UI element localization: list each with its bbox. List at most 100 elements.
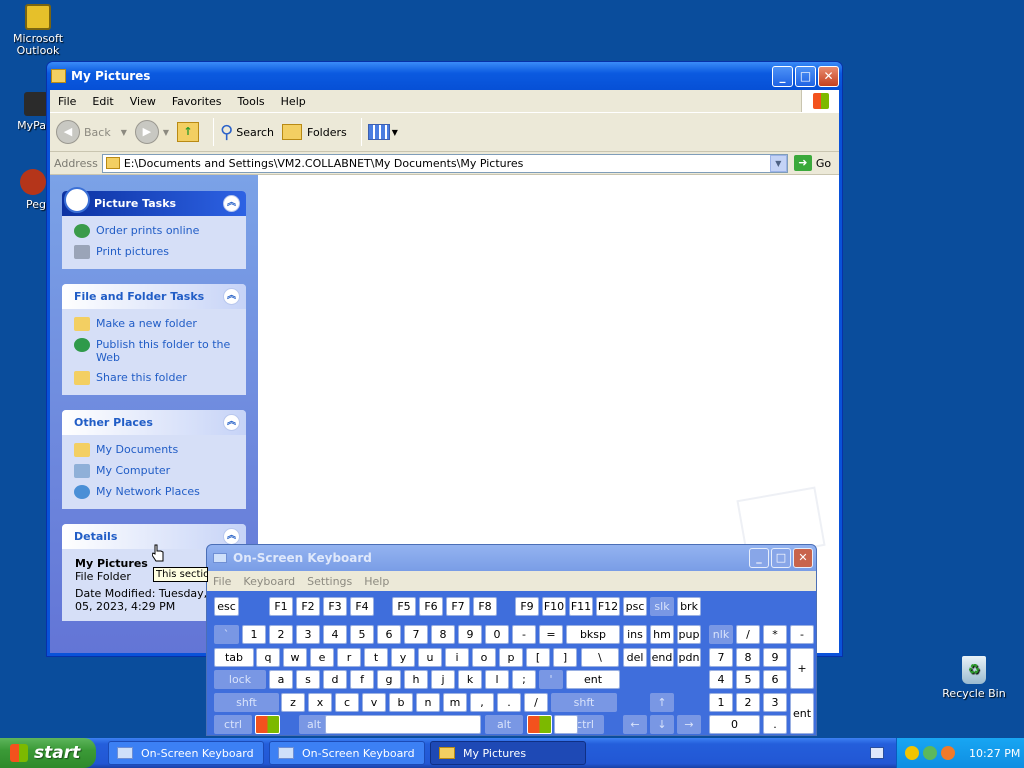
- network-tray-icon[interactable]: [923, 746, 937, 760]
- key-j[interactable]: j: [431, 670, 455, 689]
- task-print-pictures[interactable]: Print pictures: [74, 245, 234, 259]
- key-e[interactable]: e: [310, 648, 334, 667]
- key-3[interactable]: 3: [763, 693, 787, 712]
- key-pdn[interactable]: pdn: [677, 648, 701, 667]
- key-6[interactable]: 6: [377, 625, 401, 644]
- key-F11[interactable]: F11: [569, 597, 593, 616]
- key-r[interactable]: r: [337, 648, 361, 667]
- key-/[interactable]: /: [736, 625, 760, 644]
- osk-menu-help[interactable]: Help: [358, 575, 395, 588]
- menu-view[interactable]: View: [122, 95, 164, 108]
- key-,[interactable]: ,: [470, 693, 494, 712]
- windows-key-icon[interactable]: [527, 715, 552, 734]
- start-button[interactable]: start: [0, 738, 96, 768]
- key-del[interactable]: del: [623, 648, 647, 667]
- key-5[interactable]: 5: [736, 670, 760, 689]
- search-button[interactable]: ⚲ Search: [220, 122, 274, 143]
- go-button[interactable]: ➜ Go: [793, 155, 831, 171]
- key-d[interactable]: d: [323, 670, 347, 689]
- key-9[interactable]: 9: [763, 648, 787, 667]
- osk-menu-keyboard[interactable]: Keyboard: [237, 575, 301, 588]
- key-2[interactable]: 2: [269, 625, 293, 644]
- key-F1[interactable]: F1: [269, 597, 293, 616]
- task-new-folder[interactable]: Make a new folder: [74, 317, 234, 331]
- key-;[interactable]: ;: [512, 670, 536, 689]
- collapse-icon[interactable]: ︽: [223, 288, 240, 305]
- menu-key-icon[interactable]: [554, 715, 578, 734]
- place-my-computer[interactable]: My Computer: [74, 464, 234, 478]
- key-ent[interactable]: ent: [790, 693, 814, 734]
- key-0[interactable]: 0: [709, 715, 760, 734]
- spacebar-key[interactable]: [325, 715, 481, 734]
- collapse-icon[interactable]: ︽: [223, 528, 240, 545]
- menu-help[interactable]: Help: [273, 95, 314, 108]
- key-s[interactable]: s: [296, 670, 320, 689]
- key-8[interactable]: 8: [431, 625, 455, 644]
- window-titlebar[interactable]: My Pictures _ □ ✕: [47, 62, 842, 90]
- security-shield-icon[interactable]: [905, 746, 919, 760]
- key-2[interactable]: 2: [736, 693, 760, 712]
- back-button[interactable]: ◀ Back ▼: [56, 120, 127, 144]
- panel-header[interactable]: File and Folder Tasks ︽: [62, 284, 246, 309]
- views-button[interactable]: ▼: [367, 124, 398, 140]
- up-folder-button[interactable]: ↑: [177, 122, 200, 142]
- key-h[interactable]: h: [404, 670, 428, 689]
- key-tab[interactable]: tab: [214, 648, 254, 667]
- key-n[interactable]: n: [416, 693, 440, 712]
- key-/[interactable]: /: [524, 693, 548, 712]
- key-t[interactable]: t: [364, 648, 388, 667]
- key-F5[interactable]: F5: [392, 597, 416, 616]
- key-'[interactable]: ': [539, 670, 563, 689]
- panel-header[interactable]: Picture Tasks ︽: [62, 187, 246, 216]
- key-g[interactable]: g: [377, 670, 401, 689]
- key-o[interactable]: o: [472, 648, 496, 667]
- key-c[interactable]: c: [335, 693, 359, 712]
- key-ctrl[interactable]: ctrl: [214, 715, 252, 734]
- key-slk[interactable]: slk: [650, 597, 674, 616]
- key-0[interactable]: 0: [485, 625, 509, 644]
- taskbar-button-osk-2[interactable]: On-Screen Keyboard: [269, 741, 425, 765]
- task-share-folder[interactable]: Share this folder: [74, 371, 234, 385]
- menu-file[interactable]: File: [50, 95, 84, 108]
- key-nlk[interactable]: nlk: [709, 625, 733, 644]
- key-←[interactable]: ←: [623, 715, 647, 734]
- task-order-prints[interactable]: Order prints online: [74, 224, 234, 238]
- key-l[interactable]: l: [485, 670, 509, 689]
- key-ins[interactable]: ins: [623, 625, 647, 644]
- desktop-icon-mypictures[interactable]: MyPa: [0, 92, 52, 132]
- key-esc[interactable]: esc: [214, 597, 239, 616]
- taskbar-button-my-pictures[interactable]: My Pictures: [430, 741, 586, 765]
- key-psc[interactable]: psc: [623, 597, 647, 616]
- key-6[interactable]: 6: [763, 670, 787, 689]
- key-F10[interactable]: F10: [542, 597, 566, 616]
- key-4[interactable]: 4: [709, 670, 733, 689]
- key--[interactable]: -: [512, 625, 536, 644]
- maximize-button[interactable]: □: [795, 65, 816, 87]
- key-a[interactable]: a: [269, 670, 293, 689]
- key-shft[interactable]: shft: [214, 693, 279, 712]
- key-F3[interactable]: F3: [323, 597, 347, 616]
- key-.[interactable]: .: [763, 715, 787, 734]
- chevron-down-icon[interactable]: ▼: [769, 154, 787, 172]
- keyboard-language-icon[interactable]: [870, 747, 884, 759]
- menu-favorites[interactable]: Favorites: [164, 95, 230, 108]
- key-u[interactable]: u: [418, 648, 442, 667]
- key-bksp[interactable]: bksp: [566, 625, 620, 644]
- key-8[interactable]: 8: [736, 648, 760, 667]
- key-F7[interactable]: F7: [446, 597, 470, 616]
- key-*[interactable]: *: [763, 625, 787, 644]
- place-my-documents[interactable]: My Documents: [74, 443, 234, 457]
- forward-button[interactable]: ▶ ▼: [134, 120, 169, 144]
- key-ent[interactable]: ent: [566, 670, 620, 689]
- search-tray-icon[interactable]: [941, 746, 955, 760]
- key-y[interactable]: y: [391, 648, 415, 667]
- key-+[interactable]: +: [790, 648, 814, 689]
- key-i[interactable]: i: [445, 648, 469, 667]
- clock[interactable]: 10:27 PM: [969, 747, 1020, 760]
- osk-close-button[interactable]: ✕: [793, 548, 813, 568]
- desktop-icon-peg[interactable]: Peg: [0, 169, 50, 211]
- desktop-icon-recycle-bin[interactable]: ♻ Recycle Bin: [936, 656, 1012, 700]
- panel-header[interactable]: Other Places ︽: [62, 410, 246, 435]
- desktop-icon-outlook[interactable]: Microsoft Outlook: [0, 4, 76, 57]
- minimize-button[interactable]: _: [772, 65, 793, 87]
